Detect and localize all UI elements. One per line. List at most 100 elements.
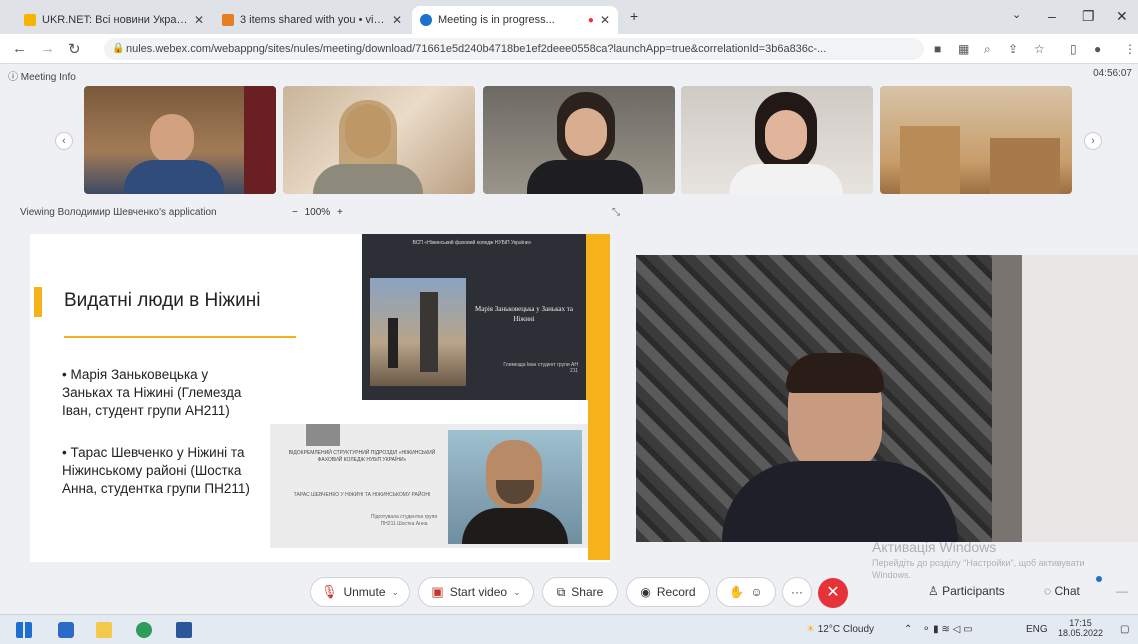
door-frame: [992, 255, 1022, 542]
participant-shirt: [124, 160, 224, 194]
video-off-icon: ▣: [431, 584, 444, 599]
new-tab-button[interactable]: +: [630, 8, 638, 24]
windows-start-icon[interactable]: [16, 622, 32, 638]
shevchenko-portrait: [448, 430, 582, 544]
slide-bullet-2: • Тарас Шевченко у Ніжині та Ніжинському…: [62, 445, 250, 496]
mail-app-icon[interactable]: [58, 622, 74, 638]
browser-menu-icon[interactable]: ⋮: [1124, 42, 1136, 56]
start-video-button[interactable]: ▣ Start video ⌄: [418, 577, 534, 607]
participant-video-5[interactable]: [880, 86, 1072, 194]
record-button[interactable]: ◉ Record: [626, 577, 710, 607]
back-arrow-icon[interactable]: ←: [12, 40, 27, 57]
slide-accent-strip: [586, 234, 610, 400]
clock[interactable]: 17:15 18.05.2022: [1058, 618, 1103, 638]
minimize-icon[interactable]: –: [1048, 8, 1056, 24]
person: [388, 318, 398, 368]
thumbnail-title: Марія Заньковецька у Заньках та Ніжині: [474, 305, 573, 323]
windows-activation-text: Перейдіть до розділу "Настройки", щоб ак…: [872, 558, 1085, 580]
raise-hand-icon[interactable]: ✋: [729, 585, 744, 599]
windows-taskbar: ☀ 12°C Cloudy ⌃ ⚬ ▮ ≋ ◁ ▭ ENG 17:15 18.0…: [0, 614, 1138, 644]
meeting-info[interactable]: ⓘ Meeting Info: [8, 68, 76, 83]
zoom-control[interactable]: − 100% +: [292, 207, 343, 218]
windows-activation-title: Активація Windows: [872, 539, 997, 555]
url-bar[interactable]: 🔒 nules.webex.com/webappng/sites/nules/m…: [104, 38, 924, 60]
portrait-coat: [462, 508, 568, 544]
share-screen-icon: ⧉: [556, 584, 566, 599]
tab-search-chevron-icon[interactable]: ⌄: [1012, 8, 1021, 21]
thumbnail-title: ТАРАС ШЕВЧЕНКО У НІЖИНІ ТА НІЖИНСЬКОМУ Р…: [293, 492, 431, 498]
chat-button[interactable]: ◌ Chat: [1044, 576, 1102, 598]
monument-photo: [370, 278, 466, 386]
chevron-down-icon[interactable]: ⌄: [392, 587, 400, 598]
close-window-icon[interactable]: ✕: [1116, 8, 1128, 25]
end-call-button[interactable]: ✕: [818, 578, 848, 608]
participant-video-3[interactable]: [483, 86, 675, 194]
bookmark-star-icon[interactable]: ☆: [1034, 42, 1045, 56]
tray-icons[interactable]: ⚬ ▮ ≋ ◁ ▭: [922, 624, 973, 635]
info-icon: ⓘ: [8, 72, 18, 83]
weather-widget[interactable]: ☀ 12°C Cloudy: [806, 624, 874, 635]
close-tab-icon[interactable]: ✕: [600, 13, 610, 27]
share-button[interactable]: ⧉ Share: [542, 577, 618, 607]
restore-icon[interactable]: ❐: [1082, 8, 1095, 25]
speaker-hair: [786, 353, 884, 393]
slide-title: Видатні люди в Ніжині: [64, 290, 261, 311]
zoom-out-button[interactable]: −: [292, 207, 298, 218]
split-view-icon[interactable]: ▯: [1070, 42, 1077, 56]
forward-arrow-icon[interactable]: →: [40, 40, 55, 57]
tab-meeting[interactable]: Meeting is in progress... ● ✕: [412, 6, 618, 34]
notification-icon[interactable]: ▢: [1120, 624, 1129, 635]
chevron-down-icon[interactable]: ⌄: [513, 587, 521, 598]
slide-bullet-1: • Марія Заньковецька у Заньках та Ніжині…: [62, 367, 242, 418]
participant-face: [150, 114, 194, 164]
participant-video-4[interactable]: [681, 86, 873, 194]
participant-video-2[interactable]: [283, 86, 475, 194]
translate-icon[interactable]: ▦: [958, 42, 969, 56]
curtain: [244, 86, 276, 194]
zoom-in-button[interactable]: +: [337, 207, 343, 218]
panel-overflow-button[interactable]: —: [1116, 584, 1128, 598]
participant-shirt: [527, 160, 643, 194]
title-underline: [64, 336, 296, 338]
close-tab-icon[interactable]: ✕: [392, 13, 402, 27]
viewing-label: Viewing Володимир Шевченко's application: [20, 207, 217, 218]
participants-button[interactable]: ♙ Participants: [928, 584, 1005, 598]
reload-icon[interactable]: ↻: [68, 40, 81, 58]
file-explorer-icon[interactable]: [96, 622, 112, 638]
address-toolbar: ← → ↻ 🔒 nules.webex.com/webappng/sites/n…: [0, 34, 1138, 64]
word-icon[interactable]: [176, 622, 192, 638]
unmute-button[interactable]: 🎙 Unmute ⌄: [310, 577, 410, 607]
close-tab-icon[interactable]: ✕: [194, 13, 204, 27]
folder-favicon-icon: [222, 14, 234, 26]
browser-tab-bar: UKR.NET: Всі новини України, о ✕ 3 items…: [0, 0, 1138, 34]
white-wall: [1016, 255, 1138, 542]
slide-thumbnail-2: ВІДОКРЕМЛЕНИЙ СТРУКТУРНИЙ ПІДРОЗДІЛ «НІЖ…: [270, 424, 588, 548]
camera-permission-icon[interactable]: ■: [934, 42, 941, 56]
thumbnail-header: ВІДОКРЕМЛЕНИЙ СТРУКТУРНИЙ ПІДРОЗДІЛ «НІЖ…: [288, 450, 436, 463]
profile-icon[interactable]: ●: [1094, 42, 1101, 56]
participants-icon: ♙: [928, 584, 939, 598]
classroom-desk: [990, 138, 1060, 194]
zoom-icon[interactable]: ⌕: [984, 42, 991, 57]
carousel-prev-icon[interactable]: ‹: [55, 132, 73, 150]
chat-notification-dot: [1096, 576, 1102, 582]
show-hidden-icons-chevron-icon[interactable]: ⌃: [904, 624, 912, 635]
classroom-desk: [900, 126, 960, 194]
thumbnail-header: ВСП «Ніжинський фаховий коледж НУБіП Укр…: [412, 240, 532, 246]
slide-thumbnail-1: ВСП «Ніжинський фаховий коледж НУБіП Укр…: [362, 234, 586, 400]
reactions-button[interactable]: ✋ ☺: [716, 577, 776, 607]
ukrnet-favicon-icon: [24, 14, 36, 26]
tab-shared-items[interactable]: 3 items shared with you • vitaly ✕: [214, 6, 410, 34]
zoom-level: 100%: [304, 207, 331, 218]
participant-shirt: [729, 164, 843, 194]
emoji-icon[interactable]: ☺: [750, 585, 762, 599]
chrome-icon[interactable]: [136, 622, 152, 638]
statue: [420, 292, 438, 372]
more-options-button[interactable]: ···: [782, 577, 812, 607]
active-speaker-video[interactable]: [636, 255, 1138, 542]
input-language[interactable]: ENG: [1026, 624, 1048, 635]
carousel-next-icon[interactable]: ›: [1084, 132, 1102, 150]
tab-ukrnet[interactable]: UKR.NET: Всі новини України, о ✕: [16, 6, 212, 34]
share-page-icon[interactable]: ⇪: [1008, 42, 1018, 56]
participant-video-1[interactable]: [84, 86, 276, 194]
